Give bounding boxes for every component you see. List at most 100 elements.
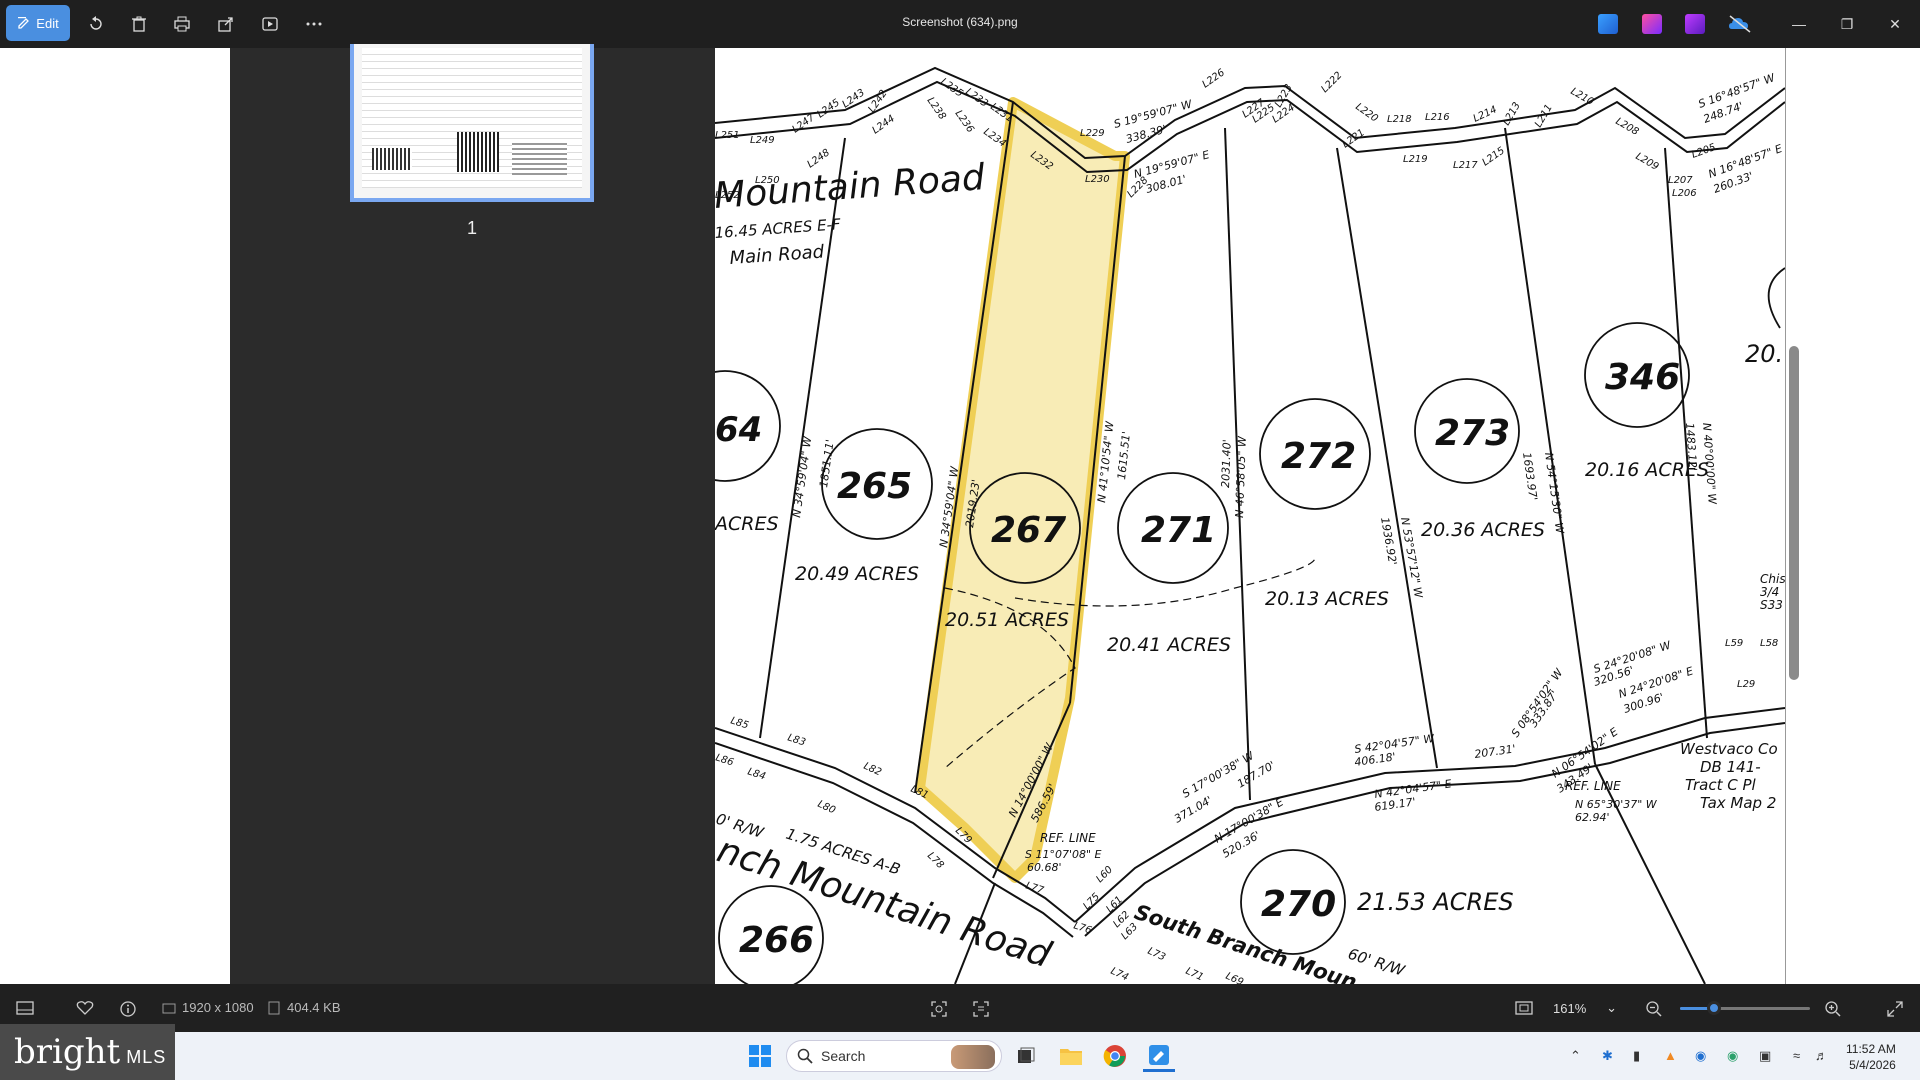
windows-start-icon[interactable]	[744, 1040, 776, 1072]
bearing-label: 62.94'	[1575, 811, 1610, 824]
bearing-label: 1615.51'	[1115, 431, 1133, 481]
title-bar: Edit Screenshot (634).png — ❐ ✕	[0, 0, 1920, 48]
visual-search-icon[interactable]	[930, 1000, 948, 1018]
svg-text:L29: L29	[1737, 679, 1755, 690]
clock-time: 11:52 AM	[1846, 1042, 1896, 1056]
edge-acres: 20.	[1745, 340, 1783, 368]
usb-icon[interactable]: ▮	[1633, 1048, 1640, 1064]
wifi-icon[interactable]: ≈	[1793, 1048, 1800, 1063]
bearing-label: 207.31'	[1474, 742, 1517, 761]
favorite-icon[interactable]	[76, 1000, 94, 1016]
file-size-icon	[268, 1001, 280, 1014]
system-clock[interactable]: 11:52 AM 5/4/2026	[1846, 1041, 1896, 1073]
sync-icon[interactable]: ◉	[1695, 1048, 1706, 1064]
photos-app-icon[interactable]	[1143, 1040, 1175, 1072]
svg-text:270: 270	[1261, 884, 1336, 925]
slideshow-icon[interactable]	[252, 6, 288, 42]
svg-text:L58: L58	[1760, 638, 1778, 649]
svg-text:L86: L86	[715, 752, 735, 768]
svg-text:L215: L215	[1480, 145, 1507, 168]
zoom-in-icon[interactable]	[1824, 1000, 1842, 1018]
bright-mls-watermark: bright MLS	[0, 1024, 175, 1080]
clock-date: 5/4/2026	[1849, 1058, 1896, 1072]
svg-text:L248: L248	[805, 147, 832, 170]
clipchamp-icon[interactable]	[1642, 14, 1662, 34]
display-icon[interactable]: ▣	[1759, 1048, 1771, 1064]
svg-text:L208: L208	[1614, 116, 1641, 138]
more-options-icon[interactable]	[296, 6, 332, 42]
fullscreen-icon[interactable]	[1886, 1000, 1904, 1018]
svg-text:L219: L219	[1403, 154, 1428, 165]
svg-text:L226: L226	[1200, 67, 1227, 90]
lot-circle-273: 273	[1414, 378, 1520, 484]
right-margin	[1785, 48, 1920, 984]
bearing-label: 60.68'	[1027, 861, 1062, 874]
text-recognition-icon[interactable]	[972, 1000, 990, 1018]
task-view-icon[interactable]	[1010, 1040, 1042, 1072]
svg-text:L59: L59	[1725, 638, 1743, 649]
dimensions-icon	[162, 1003, 176, 1013]
zoom-out-icon[interactable]	[1645, 1000, 1663, 1018]
print-icon[interactable]	[164, 6, 200, 42]
ref-line-label-1: REF. LINE	[1040, 831, 1096, 845]
chevron-down-icon: ⌄	[1606, 1000, 1617, 1015]
delete-icon[interactable]	[121, 6, 157, 42]
left-margin	[0, 48, 230, 984]
bearing-label: N 54°15'30" W	[1542, 452, 1566, 536]
svg-text:L80: L80	[816, 799, 837, 817]
update-icon[interactable]: ▲	[1664, 1048, 1677, 1063]
lot-265-acres: 20.49 ACRES	[795, 563, 919, 585]
bluetooth-icon[interactable]: ✱	[1602, 1048, 1613, 1064]
zoom-slider-knob[interactable]	[1706, 1001, 1721, 1015]
bearing-label: 1851.11'	[817, 439, 837, 489]
chis-line-2: 3/4	[1760, 585, 1779, 599]
chrome-icon[interactable]	[1099, 1040, 1131, 1072]
tray-overflow-icon[interactable]: ⌃	[1570, 1048, 1581, 1064]
edit-button[interactable]: Edit	[6, 5, 70, 41]
bearing-label: N 65°30'37" W	[1575, 798, 1658, 811]
svg-text:L217: L217	[1453, 160, 1478, 171]
minimize-icon[interactable]: —	[1776, 6, 1822, 42]
lot-64-acres: ACRES	[715, 513, 779, 535]
image-viewer[interactable]: 64 265 267 271 272 273 346 270 266 ACRES…	[715, 48, 1785, 984]
designer-icon[interactable]	[1685, 14, 1705, 34]
rotate-icon[interactable]	[78, 6, 114, 42]
zoom-dropdown[interactable]: 161% ⌄	[1545, 994, 1625, 1022]
svg-text:L73: L73	[1146, 946, 1167, 964]
share-icon[interactable]	[208, 6, 244, 42]
svg-text:L82: L82	[862, 761, 883, 779]
svg-text:64: 64	[715, 410, 762, 450]
page-thumbnail[interactable]	[350, 44, 594, 202]
svg-text:L84: L84	[746, 766, 767, 782]
fit-to-window-icon[interactable]	[1515, 1000, 1533, 1016]
road-top-acres: 16.45 ACRES E-F	[715, 215, 841, 242]
security-icon[interactable]: ◉	[1727, 1048, 1738, 1064]
photos-editor-icon[interactable]	[1598, 14, 1618, 34]
lot-272-acres: 20.13 ACRES	[1265, 588, 1389, 610]
restore-icon[interactable]: ❐	[1824, 6, 1870, 42]
svg-text:L207: L207	[1668, 175, 1693, 186]
onedrive-icon[interactable]	[1728, 14, 1751, 34]
file-explorer-icon[interactable]	[1055, 1040, 1087, 1072]
westvaco-line-1: Westvaco Co	[1680, 740, 1778, 758]
watermark-brand: bright	[14, 1032, 121, 1072]
taskbar-search[interactable]: Search	[786, 1040, 1002, 1072]
svg-text:346: 346	[1605, 357, 1680, 398]
svg-text:L213: L213	[1501, 101, 1523, 128]
lot-273-acres: 20.36 ACRES	[1421, 519, 1545, 541]
svg-text:266: 266	[739, 920, 814, 961]
info-icon[interactable]	[119, 1000, 137, 1018]
close-icon[interactable]: ✕	[1872, 6, 1918, 42]
filmstrip-icon[interactable]	[16, 1000, 34, 1016]
svg-text:L77: L77	[1024, 880, 1045, 896]
svg-text:L249: L249	[750, 135, 775, 146]
vertical-scrollbar[interactable]	[1789, 346, 1799, 680]
volume-icon[interactable]: ♬	[1815, 1048, 1828, 1063]
svg-text:L218: L218	[1387, 114, 1412, 125]
svg-text:L252: L252	[715, 190, 740, 201]
bearing-label: 371.04'	[1172, 794, 1214, 826]
svg-text:L245: L245	[815, 97, 842, 120]
svg-text:L83: L83	[786, 732, 807, 748]
zoom-slider[interactable]	[1680, 1001, 1810, 1015]
svg-text:L220: L220	[1353, 101, 1380, 124]
